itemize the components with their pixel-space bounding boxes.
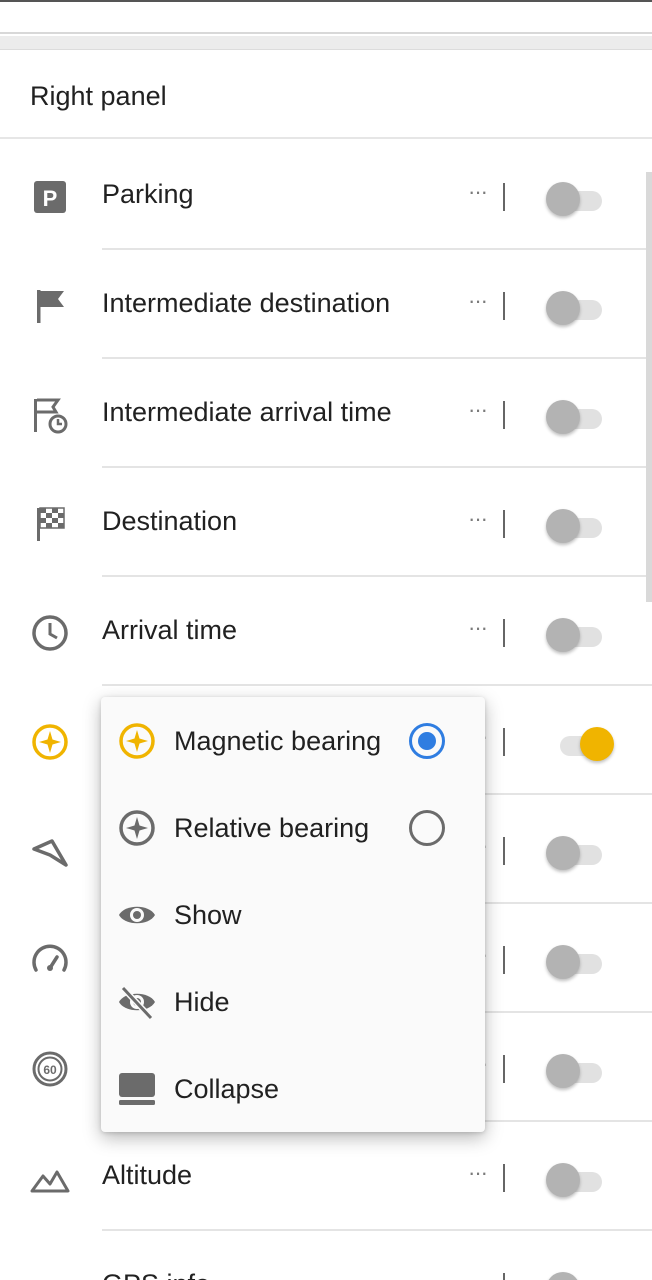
toggle-switch[interactable] bbox=[546, 1163, 602, 1197]
section-gap bbox=[0, 36, 652, 50]
eye-off-icon bbox=[117, 982, 157, 1022]
item-label: Parking bbox=[102, 179, 194, 209]
more-options-button[interactable]: ··· bbox=[468, 1269, 492, 1280]
toggle-switch[interactable] bbox=[546, 400, 602, 434]
clock-icon bbox=[30, 613, 70, 653]
list-item-arrival-time[interactable]: Arrival time ··· bbox=[0, 577, 652, 686]
separator bbox=[503, 1055, 505, 1083]
menu-item-hide[interactable]: Hide bbox=[101, 958, 485, 1045]
menu-item-label: Collapse bbox=[174, 1074, 280, 1104]
navigation-arrow-icon bbox=[30, 831, 70, 871]
menu-item-show[interactable]: Show bbox=[101, 871, 485, 958]
separator bbox=[503, 728, 505, 756]
item-label: Altitude bbox=[102, 1160, 193, 1190]
flag-clock-icon bbox=[30, 395, 70, 435]
separator bbox=[503, 510, 505, 538]
separator bbox=[503, 183, 505, 211]
separator bbox=[503, 401, 505, 429]
more-options-button[interactable]: ··· bbox=[468, 615, 492, 645]
parking-icon: P bbox=[30, 177, 70, 217]
top-bar bbox=[0, 0, 652, 34]
toggle-switch[interactable] bbox=[546, 1054, 602, 1088]
toggle-switch[interactable] bbox=[546, 618, 602, 652]
list-item-gps-info[interactable]: GPS info ··· bbox=[0, 1231, 652, 1280]
speed-limit-icon: 60 bbox=[30, 1049, 70, 1089]
separator bbox=[503, 1273, 505, 1280]
item-label: Intermediate arrival time bbox=[102, 397, 392, 427]
toggle-switch[interactable] bbox=[546, 945, 602, 979]
altitude-icon bbox=[30, 1158, 70, 1198]
list-item-intermediate-arrival-time[interactable]: Intermediate arrival time ··· bbox=[0, 359, 652, 468]
flag-icon bbox=[30, 286, 70, 326]
speedometer-icon bbox=[30, 940, 70, 980]
eye-icon bbox=[117, 895, 157, 935]
toggle-switch[interactable] bbox=[546, 1272, 602, 1280]
menu-item-magnetic-bearing[interactable]: Magnetic bearing bbox=[101, 697, 485, 784]
item-label: Destination bbox=[102, 506, 238, 536]
menu-item-collapse[interactable]: Collapse bbox=[101, 1045, 485, 1132]
item-label: GPS info bbox=[102, 1269, 210, 1280]
more-options-button[interactable]: ··· bbox=[468, 397, 492, 427]
separator bbox=[503, 946, 505, 974]
menu-item-label: Magnetic bearing bbox=[174, 726, 382, 756]
radio-button[interactable] bbox=[409, 810, 445, 846]
collapse-icon bbox=[117, 1069, 157, 1109]
menu-item-label: Show bbox=[174, 900, 242, 930]
relative-bearing-icon bbox=[117, 808, 157, 848]
separator bbox=[503, 1164, 505, 1192]
toggle-switch[interactable] bbox=[546, 182, 602, 216]
checkered-flag-icon bbox=[30, 504, 70, 544]
toggle-switch[interactable] bbox=[546, 509, 602, 543]
item-label: Arrival time bbox=[102, 615, 238, 645]
item-label: Intermediate destination bbox=[102, 288, 391, 318]
separator bbox=[503, 619, 505, 647]
toggle-switch[interactable] bbox=[546, 836, 602, 870]
widget-options-menu: Magnetic bearing Relative bearing Show H… bbox=[101, 697, 485, 1132]
radio-button-selected[interactable] bbox=[409, 723, 445, 759]
more-options-button[interactable]: ··· bbox=[468, 288, 492, 318]
gps-info-icon bbox=[30, 1267, 70, 1280]
more-options-button[interactable]: ··· bbox=[468, 179, 492, 209]
list-item-destination[interactable]: Destination ··· bbox=[0, 468, 652, 577]
toggle-switch[interactable] bbox=[546, 727, 614, 761]
list-item-parking[interactable]: P Parking ··· bbox=[0, 141, 652, 250]
more-options-button[interactable]: ··· bbox=[468, 1160, 492, 1190]
toggle-switch[interactable] bbox=[546, 291, 602, 325]
more-options-button[interactable]: ··· bbox=[468, 506, 492, 536]
separator bbox=[503, 837, 505, 865]
list-item-intermediate-destination[interactable]: Intermediate destination ··· bbox=[0, 250, 652, 359]
page-title: Right panel bbox=[30, 81, 167, 111]
menu-item-label: Relative bearing bbox=[174, 813, 370, 843]
magnetic-bearing-icon bbox=[117, 721, 157, 761]
separator bbox=[503, 292, 505, 320]
svg-text:P: P bbox=[43, 186, 58, 211]
panel-header: Right panel bbox=[0, 51, 652, 139]
list-item-altitude[interactable]: Altitude ··· bbox=[0, 1122, 652, 1231]
magnetic-bearing-icon bbox=[30, 722, 70, 762]
menu-item-label: Hide bbox=[174, 987, 230, 1017]
scrollbar[interactable] bbox=[646, 172, 652, 602]
menu-item-relative-bearing[interactable]: Relative bearing bbox=[101, 784, 485, 871]
svg-text:60: 60 bbox=[43, 1063, 57, 1077]
